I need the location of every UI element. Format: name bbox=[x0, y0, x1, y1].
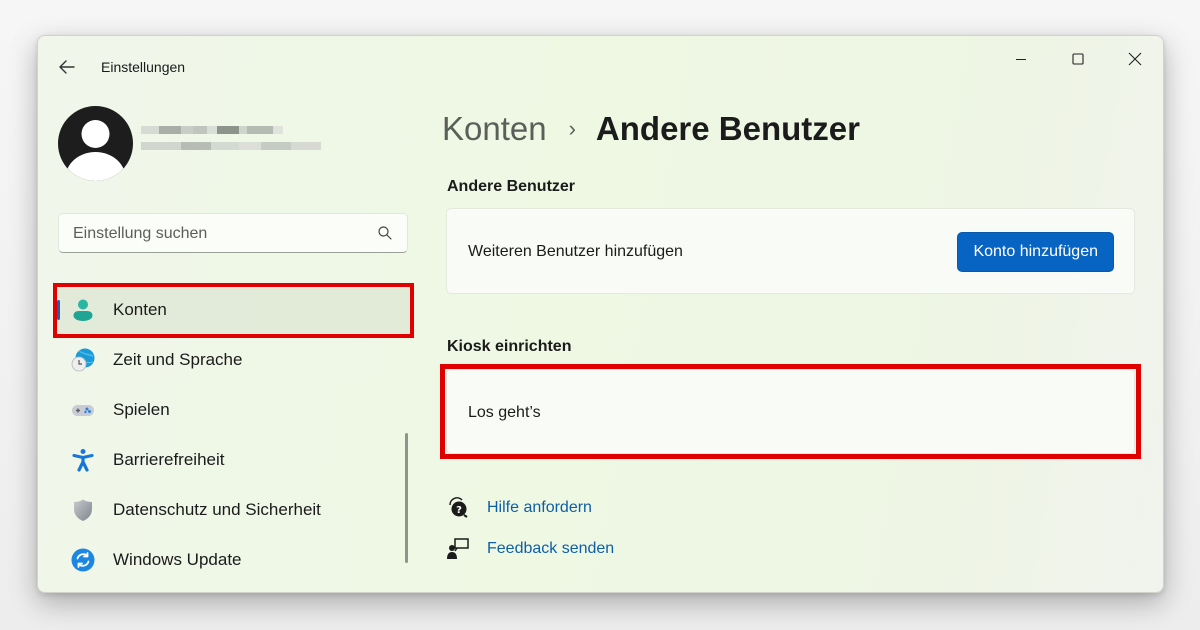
page-title: Andere Benutzer bbox=[595, 110, 860, 147]
svg-text:?: ? bbox=[456, 505, 462, 516]
search-placeholder: Einstellung suchen bbox=[73, 225, 208, 242]
person-icon bbox=[73, 299, 93, 321]
kiosk-start-text: Los geht’s bbox=[468, 404, 541, 421]
sidebar-item-label: Zeit und Sprache bbox=[113, 350, 243, 369]
app-title: Einstellungen bbox=[101, 59, 186, 75]
help-link-label: Hilfe anfordern bbox=[487, 499, 592, 516]
sidebar-item-konten[interactable]: Konten bbox=[54, 285, 414, 335]
minimize-icon bbox=[1016, 58, 1026, 61]
help-link[interactable]: ? Hilfe anfordern bbox=[446, 496, 592, 520]
close-icon bbox=[1128, 52, 1142, 66]
active-indicator bbox=[57, 300, 60, 320]
globe-clock-icon bbox=[71, 348, 95, 372]
gamepad-icon bbox=[72, 405, 94, 416]
sidebar-item-barrierefreiheit[interactable]: Barrierefreiheit bbox=[54, 435, 414, 485]
sidebar-item-label: Datenschutz und Sicherheit bbox=[113, 500, 321, 519]
accessibility-icon bbox=[72, 449, 94, 472]
settings-window: Einstellungen Einstellung suchen Konten … bbox=[37, 35, 1164, 593]
minimize-button[interactable] bbox=[998, 44, 1044, 74]
sidebar-scrollbar[interactable] bbox=[405, 433, 408, 563]
shield-icon bbox=[74, 499, 92, 521]
kiosk-setup-card[interactable]: Los geht’s bbox=[446, 369, 1135, 454]
maximize-icon bbox=[1072, 53, 1084, 65]
sidebar-item-windows-update[interactable]: Windows Update bbox=[54, 535, 414, 585]
user-silhouette-icon bbox=[65, 120, 126, 181]
title-bar: Einstellungen bbox=[38, 36, 1163, 98]
sidebar-item-label: Barrierefreiheit bbox=[113, 450, 225, 469]
breadcrumb-parent[interactable]: Konten bbox=[442, 110, 547, 148]
sidebar-item-spielen[interactable]: Spielen bbox=[54, 385, 414, 435]
sidebar-item-zeit-und-sprache[interactable]: Zeit und Sprache bbox=[54, 335, 414, 385]
profile-email-blurred bbox=[141, 142, 321, 150]
add-account-button[interactable]: Konto hinzufügen bbox=[957, 232, 1114, 272]
help-icon: ? bbox=[449, 497, 468, 518]
breadcrumb: Konten › Andere Benutzer bbox=[442, 110, 860, 148]
maximize-button[interactable] bbox=[1055, 44, 1101, 74]
feedback-icon bbox=[447, 538, 469, 559]
close-button[interactable] bbox=[1112, 44, 1158, 74]
section-title-kiosk: Kiosk einrichten bbox=[447, 338, 572, 355]
update-icon bbox=[71, 548, 95, 572]
sidebar-item-label: Spielen bbox=[113, 400, 170, 419]
back-button[interactable] bbox=[56, 56, 78, 78]
sidebar-nav: Konten Zeit und Sprache Spielen Barriere… bbox=[54, 285, 414, 585]
feedback-link-label: Feedback senden bbox=[487, 540, 615, 557]
profile-name-blurred bbox=[141, 126, 321, 134]
feedback-link[interactable]: Feedback senden bbox=[446, 537, 614, 561]
profile-info-blurred bbox=[141, 126, 321, 158]
search-icon[interactable] bbox=[377, 225, 393, 241]
sidebar-item-label: Windows Update bbox=[113, 550, 242, 569]
breadcrumb-separator-icon: › bbox=[568, 116, 576, 141]
avatar[interactable] bbox=[58, 106, 133, 181]
sidebar-item-datenschutz-und-sicherheit[interactable]: Datenschutz und Sicherheit bbox=[54, 485, 414, 535]
sidebar-item-label: Konten bbox=[113, 300, 167, 319]
search-input[interactable]: Einstellung suchen bbox=[58, 213, 408, 253]
arrow-left-icon bbox=[59, 60, 75, 74]
add-user-text: Weiteren Benutzer hinzufügen bbox=[468, 243, 683, 260]
section-title-andere-benutzer: Andere Benutzer bbox=[447, 178, 576, 195]
add-user-card: Weiteren Benutzer hinzufügen Konto hinzu… bbox=[446, 208, 1135, 294]
